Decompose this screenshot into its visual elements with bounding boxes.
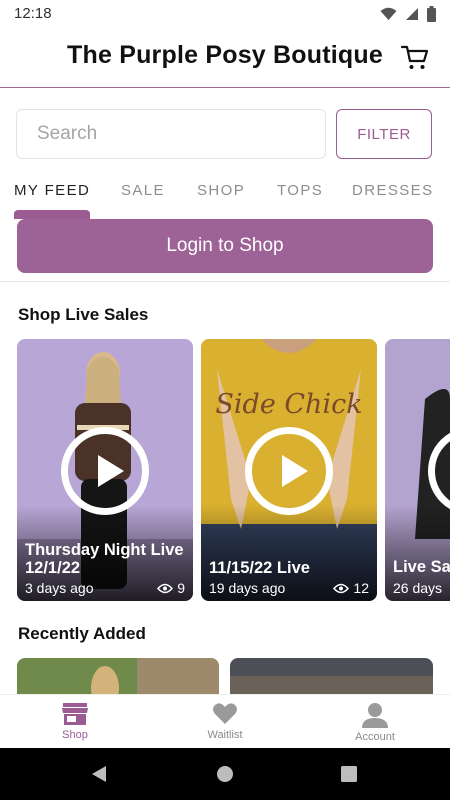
recent-item-card[interactable] (17, 658, 219, 698)
product-thumbnail (17, 658, 219, 698)
filter-button[interactable]: FILTER (336, 109, 432, 159)
tab-sale[interactable]: SALE (121, 182, 165, 199)
play-icon (282, 455, 308, 487)
status-time: 12:18 (14, 5, 52, 22)
tab-my-feed[interactable]: MY FEED (14, 182, 90, 199)
battery-icon (427, 6, 436, 22)
search-input[interactable] (17, 110, 325, 158)
back-icon[interactable] (89, 764, 109, 784)
shirt-text: Side Chick (215, 389, 363, 420)
heart-icon (213, 703, 237, 724)
eye-icon (333, 583, 350, 593)
card-time: 19 days ago (209, 580, 286, 596)
live-sale-card[interactable]: Thursday Night Live 12/1/22 3 days ago 9 (17, 339, 193, 601)
view-count: 12 (353, 580, 369, 596)
card-time: 3 days ago (25, 580, 94, 596)
wifi-icon (380, 7, 397, 20)
product-thumbnail (230, 658, 433, 698)
tab-dresses[interactable]: DRESSES (352, 182, 434, 199)
store-icon (62, 703, 88, 725)
card-title: Thursday Night Live 12/1/22 (25, 541, 184, 577)
account-icon (362, 703, 388, 728)
play-icon (98, 455, 124, 487)
status-bar: 12:18 (0, 0, 450, 28)
recently-added-heading: Recently Added (18, 624, 146, 643)
eye-icon (157, 583, 174, 593)
recents-icon[interactable] (341, 766, 357, 782)
status-icons (380, 6, 436, 22)
signal-icon (406, 8, 418, 20)
play-button[interactable] (245, 427, 333, 515)
live-sales-heading: Shop Live Sales (18, 305, 149, 324)
nav-label: Shop (62, 729, 88, 741)
app-header: The Purple Posy Boutique (0, 28, 450, 88)
card-time: 26 days (393, 580, 443, 596)
card-title: Live Sa (393, 558, 450, 576)
search-box (16, 109, 326, 159)
nav-label: Waitlist (207, 729, 243, 741)
cart-button[interactable] (400, 42, 430, 72)
bottom-nav: Shop Waitlist Account (0, 694, 450, 748)
nav-waitlist[interactable]: Waitlist (150, 695, 300, 749)
nav-account[interactable]: Account (300, 695, 450, 749)
view-count: 9 (177, 580, 185, 596)
card-title: 11/15/22 Live (209, 559, 310, 577)
nav-shop[interactable]: Shop (0, 695, 150, 749)
recent-item-card[interactable] (230, 658, 433, 698)
login-to-shop-button[interactable]: Login to Shop (17, 219, 433, 273)
active-tab-indicator (14, 210, 90, 219)
cart-icon (400, 45, 429, 69)
play-button[interactable] (61, 427, 149, 515)
section-divider (0, 281, 450, 282)
system-nav-bar (0, 748, 450, 800)
home-icon[interactable] (216, 765, 234, 783)
tab-shop[interactable]: SHOP (197, 182, 245, 199)
card-views: 9 (157, 580, 185, 596)
store-title: The Purple Posy Boutique (67, 41, 383, 69)
category-tabs: MY FEED SALE SHOP TOPS DRESSES (0, 176, 450, 212)
tab-tops[interactable]: TOPS (277, 182, 323, 199)
live-sale-card[interactable]: Live Sa 26 days (385, 339, 450, 601)
live-sale-card[interactable]: Side Chick 11/15/22 Live 19 days ago 12 (201, 339, 377, 601)
nav-label: Account (355, 731, 395, 743)
card-views: 12 (333, 580, 369, 596)
